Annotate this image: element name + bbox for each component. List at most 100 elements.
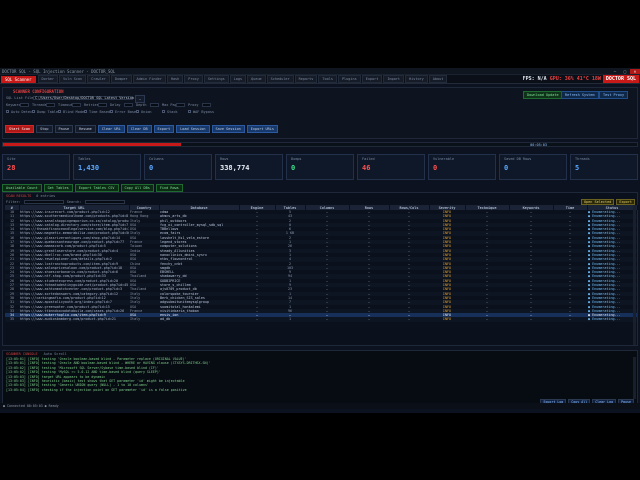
browse-button[interactable]: … — [135, 95, 146, 103]
tab-tools[interactable]: Tools — [318, 75, 337, 83]
stat-value: 0 — [504, 164, 509, 172]
results-scrollbar[interactable] — [633, 205, 636, 345]
cell-technique: — — [465, 317, 509, 322]
stat-label: Site — [7, 157, 16, 161]
stat-card-threads: Threads 5 — [570, 154, 638, 180]
delay-field[interactable] — [124, 103, 133, 107]
threads-field[interactable] — [46, 103, 55, 107]
maximize-button[interactable]: □ — [620, 69, 630, 74]
tab-about[interactable]: About — [428, 75, 448, 83]
export-tables-csv-button[interactable]: Export Tables CSV — [74, 184, 119, 192]
auto-scroll-option[interactable]: Auto Scroll — [44, 352, 67, 356]
cell-target-url: https://www.southernmedicalhome.com/prod… — [19, 214, 129, 219]
open-selected-button[interactable]: Open Selected — [580, 199, 615, 205]
stat-card-site: Site 28 — [2, 154, 70, 180]
tab-settings[interactable]: Settings — [203, 75, 229, 83]
stats-row: Site 28 Tables 1,430 Columns 0 Rows 338,774 Dump… — [2, 154, 638, 180]
scanner-console: SCANNER CONSOLE Auto Scroll [13:05:01] [… — [2, 350, 638, 408]
tab-hash[interactable]: Hash — [166, 75, 184, 83]
label-retries: Retries — [84, 103, 99, 107]
tab-crawler[interactable]: Crawler — [87, 75, 110, 83]
download-update-button[interactable]: Download Update — [523, 91, 563, 99]
close-button[interactable]: × — [630, 68, 640, 74]
max-pages-field[interactable] — [176, 103, 185, 107]
stop-button[interactable]: Stop — [36, 125, 53, 133]
option-union: Union — [141, 110, 152, 114]
export-urls-button[interactable]: Export URLs — [246, 125, 278, 133]
option-waf-bypass: WAF Bypass — [193, 110, 215, 114]
checkbox-union[interactable] — [136, 110, 139, 113]
refresh-system-button[interactable]: Refresh System — [561, 91, 599, 99]
tab-sql-scanner[interactable]: SQL Scanner — [1, 75, 36, 83]
option-time-based: Time Based — [89, 110, 111, 114]
results-toolbar: Filter: Search: Open Selected Export — [3, 199, 637, 205]
option-dump-tables: Dump Tables — [37, 110, 61, 114]
available-count-button[interactable]: Available Count — [2, 184, 42, 192]
checkbox-dump-tables[interactable] — [32, 110, 35, 113]
filter-input[interactable] — [23, 200, 64, 204]
progress-fill — [3, 143, 181, 146]
tab-reports[interactable]: Reports — [294, 75, 318, 83]
results-panel: SCAN RESULTS 0 entries Filter: Search: O… — [2, 192, 638, 346]
checkbox-stack[interactable] — [162, 110, 165, 113]
tab-import[interactable]: Import — [383, 75, 405, 83]
results-buttons: Open Selected Export — [580, 199, 635, 205]
scan-progress: 00:05:03 — [2, 142, 638, 147]
clear-db-button[interactable]: Clear DB — [126, 125, 152, 133]
cell-rows: — — [349, 317, 389, 322]
tab-export[interactable]: Export — [361, 75, 383, 83]
scanner-config-panel: SCANNER CONFIGURATION SQL List File: C:/… — [2, 87, 638, 139]
checkbox-blind-mode[interactable] — [58, 110, 61, 113]
tab-proxy[interactable]: Proxy — [184, 75, 203, 83]
tab-logs[interactable]: Logs — [229, 75, 247, 83]
get-tables-button[interactable]: Get Tables — [43, 184, 73, 192]
option-error-based: Error Based — [115, 110, 139, 114]
test-proxy-button[interactable]: Test Proxy — [599, 91, 629, 99]
cell-tables: 1 — [275, 317, 305, 322]
fps-text: FPS: N/A — [522, 76, 547, 82]
tab-history[interactable]: History — [405, 75, 428, 83]
retries-field[interactable] — [98, 103, 107, 107]
cell-target-url: https://www.ashtonmatchcenter.com/produc… — [20, 287, 123, 292]
pause-button[interactable]: Pause — [54, 125, 74, 133]
title-bar: DOCTOR SQL - SQL Injection Scanner - DOC… — [0, 68, 640, 75]
tab-vuln-scan[interactable]: Vuln Scan — [59, 75, 87, 83]
cell-country: Italy — [129, 317, 159, 322]
depth-field[interactable] — [150, 103, 159, 107]
tab-queue[interactable]: Queue — [247, 75, 266, 83]
export-button[interactable]: Export — [153, 125, 175, 133]
copy-all-dbs-button[interactable]: Copy All DBs — [120, 184, 154, 192]
stat-card-failed: Failed 46 — [357, 154, 425, 180]
option-stack: Stack — [167, 110, 178, 114]
tab-scheduler[interactable]: Scheduler — [266, 75, 294, 83]
timeout-field[interactable] — [72, 103, 81, 107]
clear-url-button[interactable]: Clear URL — [97, 125, 125, 133]
console-scrollbar[interactable] — [633, 357, 636, 399]
tab-dorker[interactable]: Dorker — [37, 75, 59, 83]
results-count: 0 entries — [36, 194, 56, 198]
stat-card-vulnerable: Vulnerable 0 — [428, 154, 496, 180]
console-line: [13:05:04] [INFO] checking if the inject… — [6, 387, 187, 392]
find-rows-button[interactable]: Find Rows — [155, 184, 183, 192]
tab-admin-finder[interactable]: Admin Finder — [132, 75, 166, 83]
minimize-button[interactable]: – — [610, 69, 620, 74]
cell-index: 35 — [5, 317, 19, 322]
proxy-field[interactable] — [202, 103, 211, 107]
checkbox-auto-detect[interactable] — [6, 110, 9, 113]
tab-plugins[interactable]: Plugins — [337, 75, 361, 83]
url-label: SQL List File: — [6, 96, 36, 100]
console-log: [13:05:01] [INFO] testing 'Oracle boolea… — [3, 357, 637, 392]
checkbox-error-based[interactable] — [110, 110, 113, 113]
save-session-button[interactable]: Save Session — [211, 125, 245, 133]
tab-dumper[interactable]: Dumper — [110, 75, 132, 83]
nav-tabs: Dorker Vuln Scan Crawler Dumper Admin Finder… — [37, 75, 448, 83]
table-row[interactable]: 35 https://www.audiosbamberg.com/product.… — [5, 317, 637, 322]
start-scan-button[interactable]: Start Scan — [5, 125, 35, 133]
search-input[interactable] — [84, 200, 125, 204]
checkbox-waf-bypass[interactable] — [188, 110, 191, 113]
keywords-field[interactable] — [20, 103, 29, 107]
load-session-button[interactable]: Load Session — [176, 125, 210, 133]
resume-button[interactable]: Resume — [75, 125, 96, 133]
checkbox-time-based[interactable] — [84, 110, 87, 113]
stat-label: Tables — [78, 157, 91, 161]
